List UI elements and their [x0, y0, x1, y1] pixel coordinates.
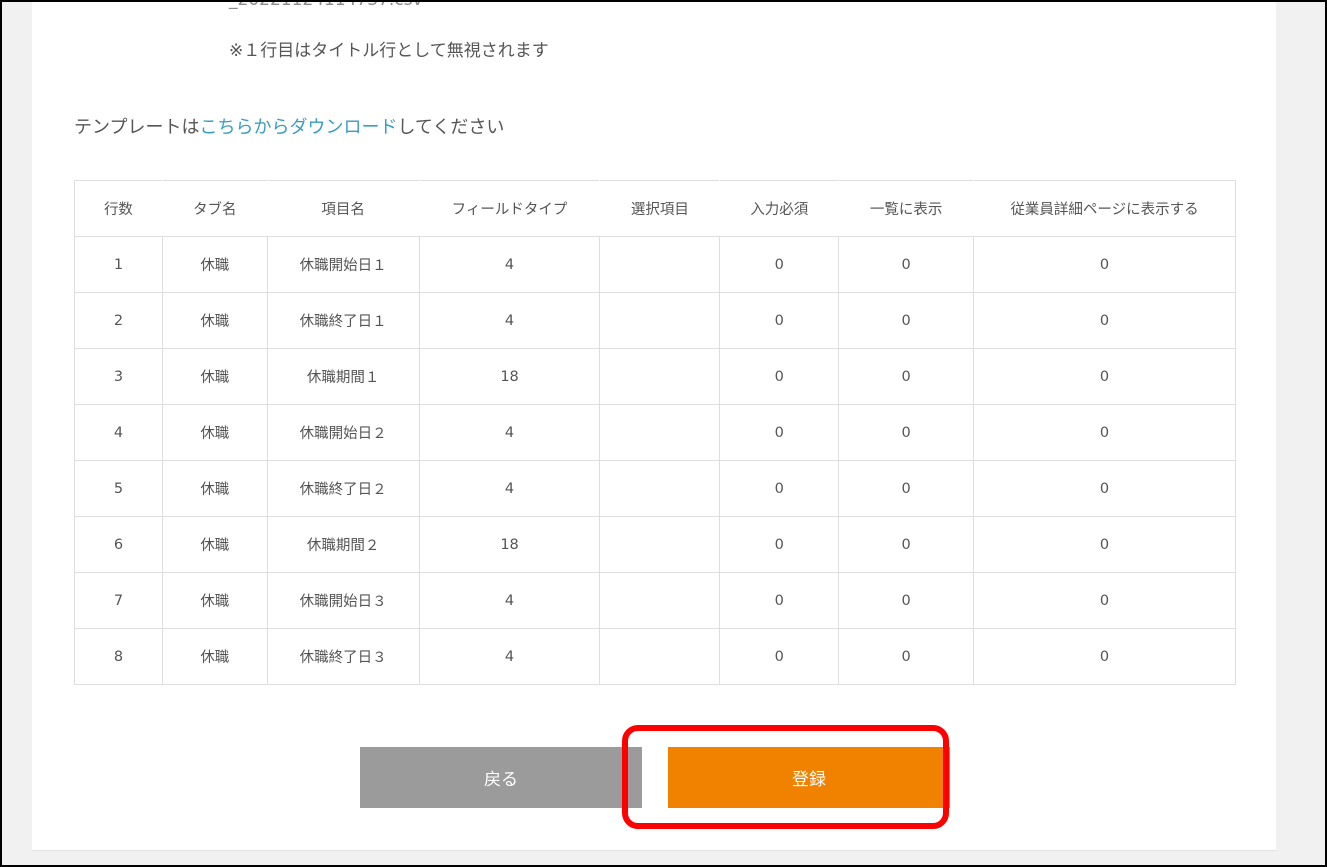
- uploaded-filename: _20221124114737.csv: [229, 0, 423, 10]
- import-preview-table: 行数 タブ名 項目名 フィールドタイプ 選択項目 入力必須 一覧に表示 従業員詳…: [74, 180, 1236, 685]
- cell-field-type: 4: [418, 404, 601, 461]
- cell-row-number: 3: [74, 348, 163, 405]
- cell-required: 0: [719, 460, 840, 517]
- cell-show-in-detail: 0: [973, 460, 1236, 517]
- cell-field-type: 18: [418, 516, 601, 573]
- cell-field-type: 4: [418, 236, 601, 293]
- cell-item-name: 休職開始日１: [266, 236, 420, 293]
- cell-show-in-list: 0: [838, 516, 975, 573]
- cell-required: 0: [719, 516, 840, 573]
- table-header-row: 行数 タブ名 項目名 フィールドタイプ 選択項目 入力必須 一覧に表示 従業員詳…: [74, 180, 1236, 237]
- title-row-note: ※１行目はタイトル行として無視されます: [229, 41, 549, 61]
- screenshot-frame: _20221124114737.csv ※１行目はタイトル行として無視されます …: [0, 0, 1327, 867]
- table-row: 4 休職 休職開始日２ 4 0 0 0: [74, 404, 1236, 461]
- table-row: 2 休職 休職終了日１ 4 0 0 0: [74, 292, 1236, 349]
- table-body: 1 休職 休職開始日１ 4 0 0 0 2 休職 休職終了日１ 4 0 0 0 3 休職 休職期間１ 18 0 0 0 4…: [74, 236, 1236, 685]
- cell-show-in-list: 0: [838, 236, 975, 293]
- cell-tab-name: 休職: [161, 404, 268, 461]
- cell-field-type: 18: [418, 348, 601, 405]
- cell-tab-name: 休職: [161, 516, 268, 573]
- cell-required: 0: [719, 572, 840, 629]
- cell-row-number: 7: [74, 572, 163, 629]
- register-button[interactable]: 登録: [668, 747, 950, 808]
- cell-show-in-list: 0: [838, 572, 975, 629]
- cell-row-number: 8: [74, 628, 163, 685]
- header-show-in-list: 一覧に表示: [838, 180, 975, 237]
- table-row: 6 休職 休職期間２ 18 0 0 0: [74, 516, 1236, 573]
- cell-show-in-detail: 0: [973, 628, 1236, 685]
- template-prefix: テンプレートは: [74, 117, 200, 138]
- cell-item-name: 休職終了日３: [266, 628, 420, 685]
- table-row: 7 休職 休職開始日３ 4 0 0 0: [74, 572, 1236, 629]
- cell-required: 0: [719, 628, 840, 685]
- cell-show-in-detail: 0: [973, 348, 1236, 405]
- cell-options: [599, 404, 721, 461]
- cell-tab-name: 休職: [161, 572, 268, 629]
- cell-row-number: 2: [74, 292, 163, 349]
- cell-show-in-list: 0: [838, 460, 975, 517]
- table-row: 1 休職 休職開始日１ 4 0 0 0: [74, 236, 1236, 293]
- table-row: 8 休職 休職終了日３ 4 0 0 0: [74, 628, 1236, 685]
- template-download-link[interactable]: こちらからダウンロード: [199, 117, 397, 138]
- cell-tab-name: 休職: [161, 236, 268, 293]
- cell-row-number: 1: [74, 236, 163, 293]
- cell-show-in-list: 0: [838, 348, 975, 405]
- cell-item-name: 休職終了日２: [266, 460, 420, 517]
- header-show-in-detail: 従業員詳細ページに表示する: [973, 180, 1236, 237]
- cell-item-name: 休職開始日３: [266, 572, 420, 629]
- cell-item-name: 休職開始日２: [266, 404, 420, 461]
- cell-field-type: 4: [418, 572, 601, 629]
- cell-options: [599, 572, 721, 629]
- cell-show-in-list: 0: [838, 628, 975, 685]
- cell-tab-name: 休職: [161, 460, 268, 517]
- back-button[interactable]: 戻る: [360, 747, 642, 808]
- cell-field-type: 4: [418, 628, 601, 685]
- header-field-type: フィールドタイプ: [418, 180, 601, 237]
- cell-row-number: 4: [74, 404, 163, 461]
- cell-row-number: 5: [74, 460, 163, 517]
- table-row: 5 休職 休職終了日２ 4 0 0 0: [74, 460, 1236, 517]
- cell-options: [599, 292, 721, 349]
- cell-options: [599, 348, 721, 405]
- cell-field-type: 4: [418, 460, 601, 517]
- cell-show-in-detail: 0: [973, 236, 1236, 293]
- cell-item-name: 休職期間２: [266, 516, 420, 573]
- cell-show-in-detail: 0: [973, 292, 1236, 349]
- template-suffix: してください: [397, 117, 505, 138]
- cell-options: [599, 460, 721, 517]
- cell-show-in-detail: 0: [973, 572, 1236, 629]
- header-tab-name: タブ名: [161, 180, 268, 237]
- cell-tab-name: 休職: [161, 348, 268, 405]
- header-row-number: 行数: [74, 180, 163, 237]
- cell-tab-name: 休職: [161, 628, 268, 685]
- cell-required: 0: [719, 404, 840, 461]
- cell-options: [599, 628, 721, 685]
- cell-options: [599, 236, 721, 293]
- cell-item-name: 休職終了日１: [266, 292, 420, 349]
- cell-item-name: 休職期間１: [266, 348, 420, 405]
- cell-tab-name: 休職: [161, 292, 268, 349]
- cell-show-in-list: 0: [838, 404, 975, 461]
- header-options: 選択項目: [599, 180, 721, 237]
- header-item-name: 項目名: [266, 180, 420, 237]
- header-required: 入力必須: [719, 180, 840, 237]
- template-download-text: テンプレートはこちらからダウンロードしてください: [74, 113, 504, 139]
- cell-required: 0: [719, 236, 840, 293]
- cell-row-number: 6: [74, 516, 163, 573]
- cell-field-type: 4: [418, 292, 601, 349]
- cell-show-in-detail: 0: [973, 516, 1236, 573]
- table-row: 3 休職 休職期間１ 18 0 0 0: [74, 348, 1236, 405]
- cell-required: 0: [719, 292, 840, 349]
- content-card: _20221124114737.csv ※１行目はタイトル行として無視されます …: [32, 2, 1276, 851]
- cell-required: 0: [719, 348, 840, 405]
- cell-options: [599, 516, 721, 573]
- cell-show-in-detail: 0: [973, 404, 1236, 461]
- cell-show-in-list: 0: [838, 292, 975, 349]
